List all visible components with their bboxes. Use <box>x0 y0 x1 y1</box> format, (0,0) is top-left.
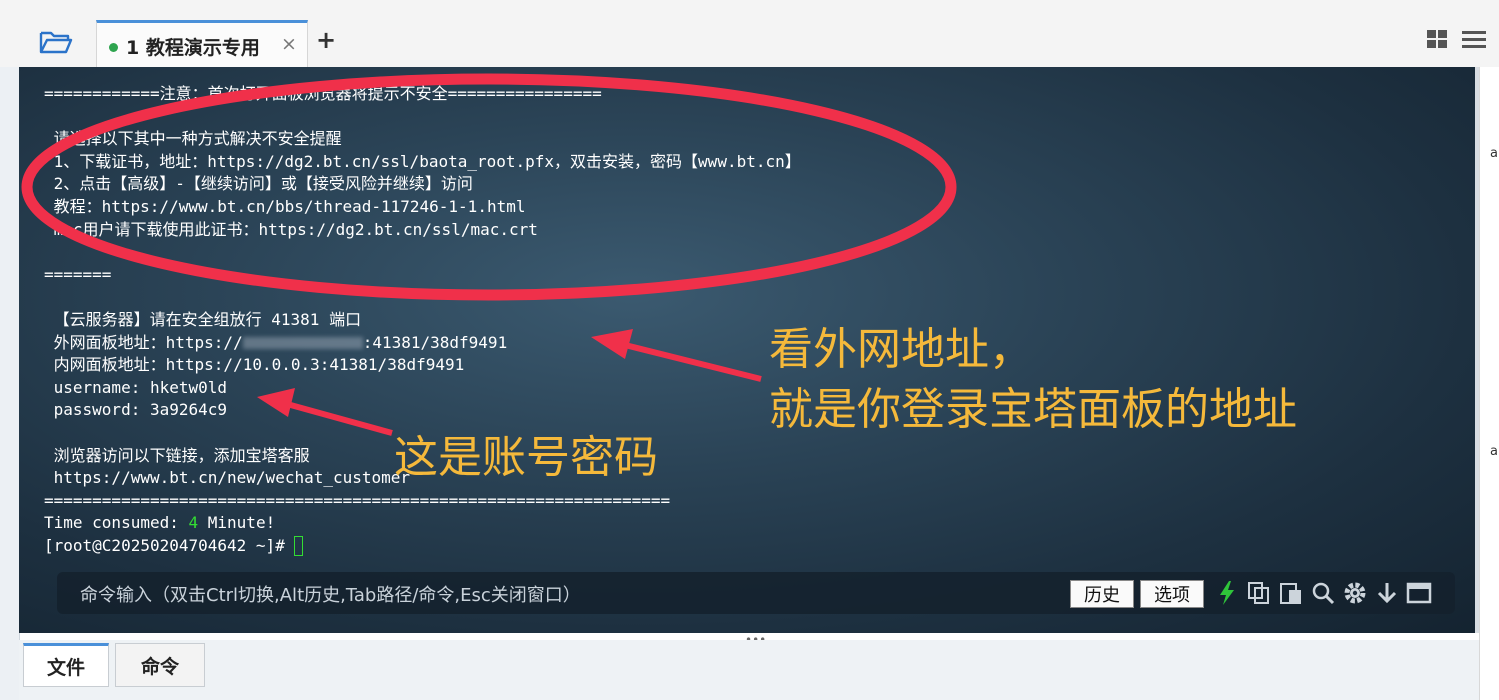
command-input-placeholder[interactable]: 命令输入（双击Ctrl切换,Alt历史,Tab路径/命令,Esc关闭窗口） <box>80 581 581 607</box>
options-button[interactable]: 选项 <box>1140 580 1204 608</box>
bottom-tab-bar: 文件 命令 <box>19 640 1479 700</box>
close-icon[interactable]: × <box>281 33 297 55</box>
lightning-icon[interactable] <box>1214 580 1240 606</box>
annotation-panel-login: 就是你登录宝塔面板的地址 <box>769 384 1297 435</box>
annotation-ellipse <box>21 73 957 301</box>
tab-file[interactable]: 文件 <box>23 643 109 687</box>
paste-icon[interactable] <box>1278 580 1304 606</box>
tab-bar: 1 教程演示专用 × + <box>0 0 1499 67</box>
annotation-external-address: 看外网地址， <box>769 324 1033 375</box>
window-icon[interactable] <box>1406 580 1432 606</box>
background-text: a <box>1490 444 1498 459</box>
arrow-down-icon[interactable] <box>1374 580 1400 606</box>
background-window-edge <box>0 67 20 700</box>
annotation-credentials: 这是账号密码 <box>394 432 658 483</box>
folder-open-icon[interactable] <box>34 24 78 60</box>
history-button[interactable]: 历史 <box>1070 580 1134 608</box>
terminal-output[interactable]: ============注意：首次打开面板浏览器将提示不安全==========… <box>19 67 1479 633</box>
grid-view-icon[interactable] <box>1426 28 1448 50</box>
gear-icon[interactable] <box>1342 580 1368 606</box>
status-dot <box>109 43 118 52</box>
menu-icon[interactable] <box>1462 28 1486 50</box>
annotation-arrow-address <box>591 329 762 382</box>
session-tab[interactable]: 1 教程演示专用 × <box>96 20 308 67</box>
copy-icon[interactable] <box>1246 580 1272 606</box>
add-tab-button[interactable]: + <box>316 26 336 54</box>
search-icon[interactable] <box>1310 580 1336 606</box>
annotation-arrow-credentials <box>257 388 393 436</box>
session-tab-title: 1 教程演示专用 <box>126 37 260 59</box>
background-text: a <box>1490 146 1498 161</box>
annotation-overlay <box>21 73 957 436</box>
background-window-edge-right <box>1479 67 1499 700</box>
command-input-bar[interactable]: 命令输入（双击Ctrl切换,Alt历史,Tab路径/命令,Esc关闭窗口） 历史… <box>57 572 1455 614</box>
tab-command[interactable]: 命令 <box>115 643 205 687</box>
